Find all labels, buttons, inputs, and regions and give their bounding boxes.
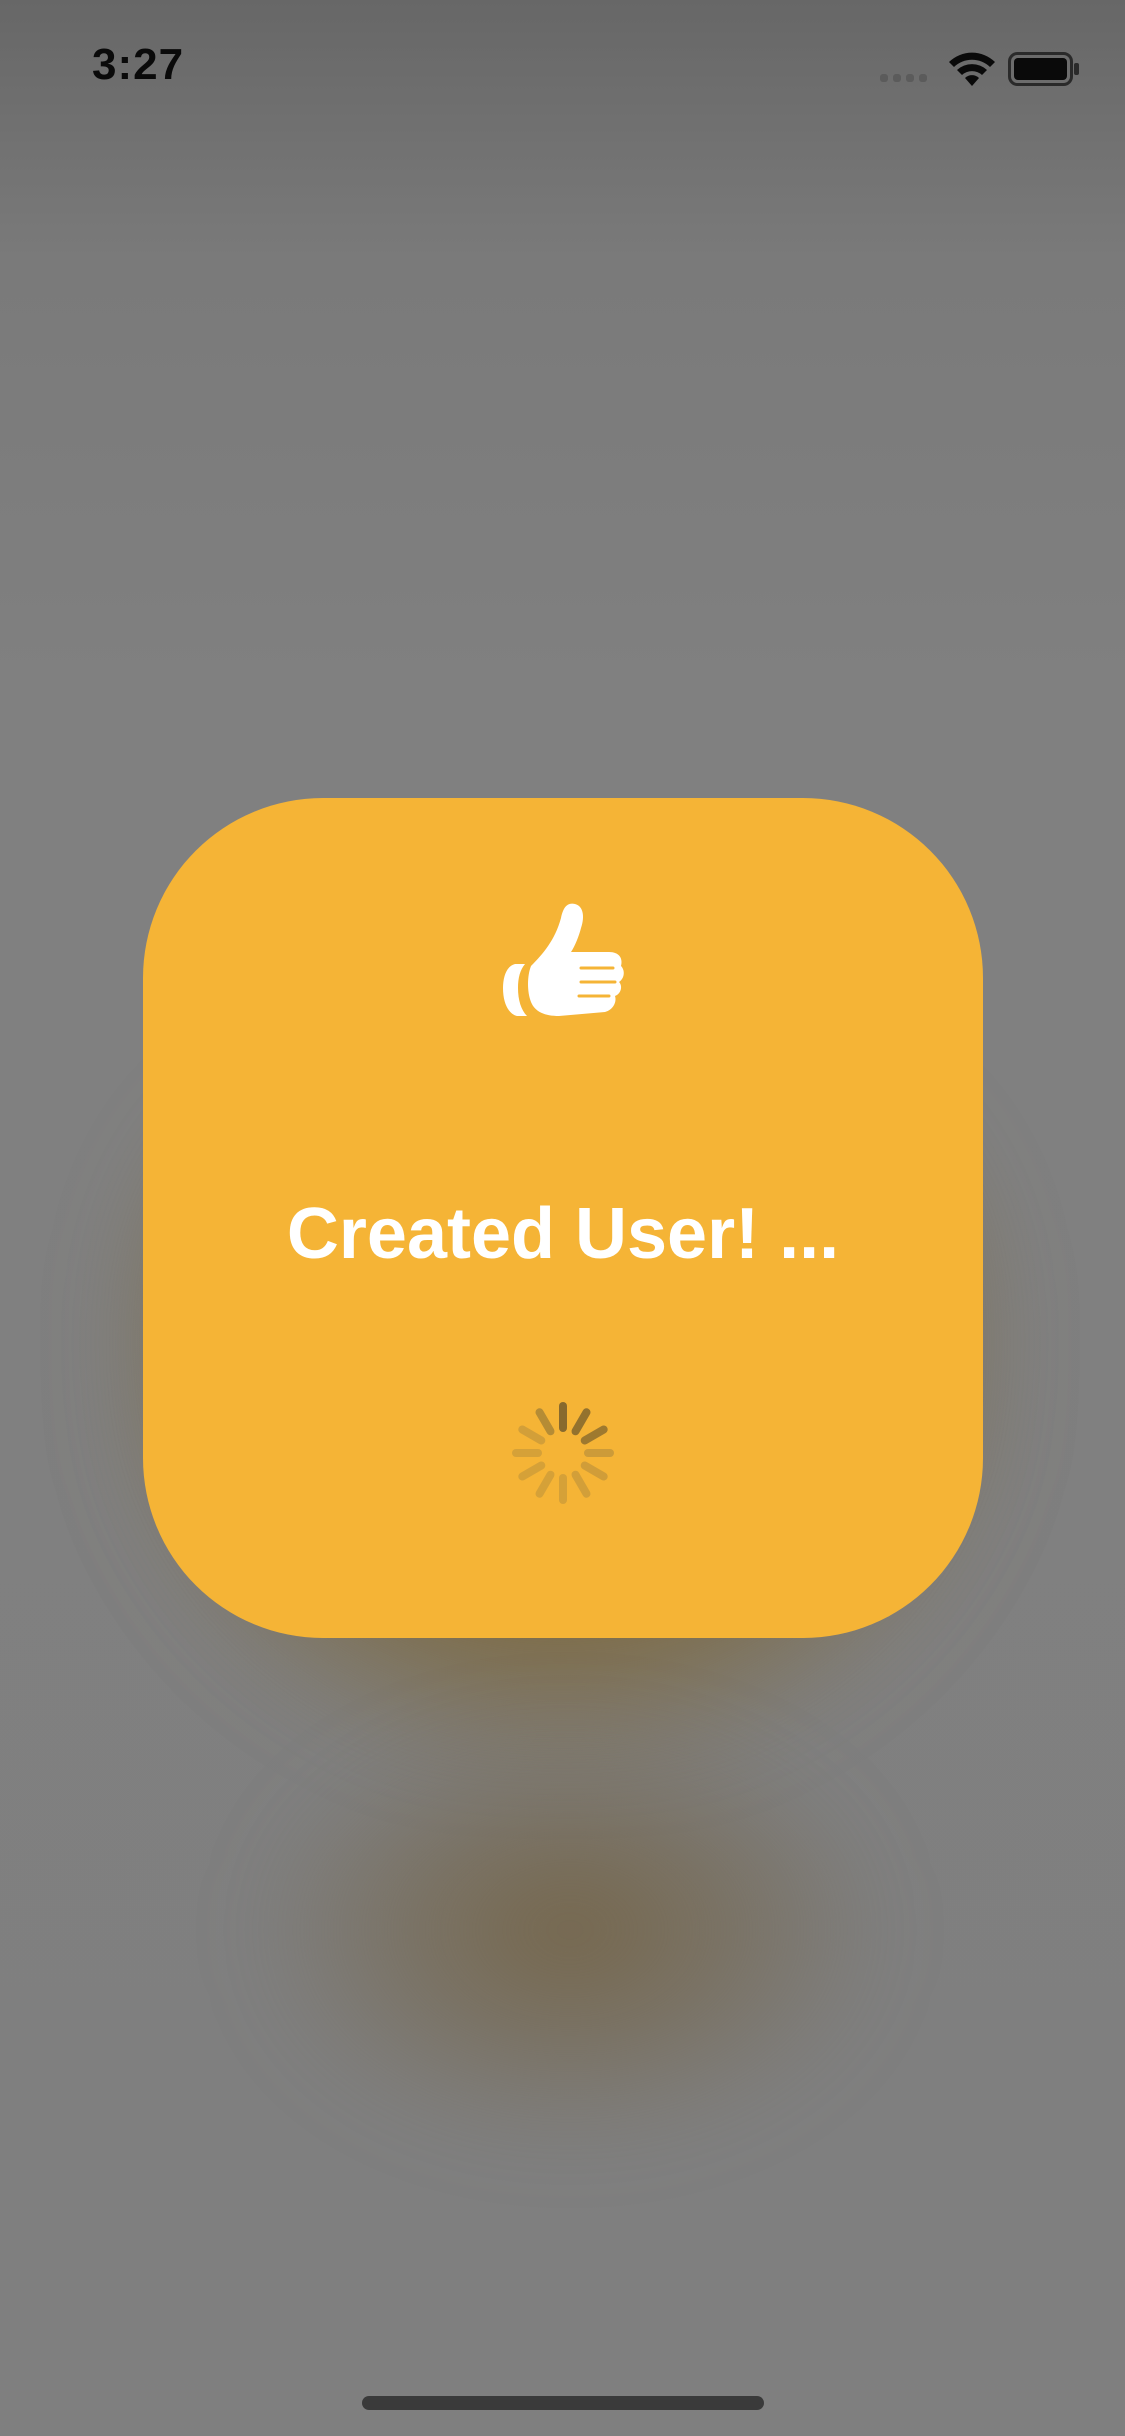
success-hud: Created User! ... <box>143 798 983 1638</box>
status-bar: 3:27 <box>0 0 1125 140</box>
battery-icon <box>1008 52 1079 86</box>
hud-glow-lower <box>260 1720 880 2140</box>
wifi-icon <box>949 52 995 86</box>
hud-message: Created User! ... <box>286 1194 840 1274</box>
home-indicator[interactable] <box>362 2396 764 2410</box>
activity-spinner-icon <box>512 1402 614 1504</box>
status-time: 3:27 <box>92 40 185 89</box>
thumbs-up-icon <box>503 903 624 1016</box>
cellular-signal-icon <box>880 74 927 82</box>
